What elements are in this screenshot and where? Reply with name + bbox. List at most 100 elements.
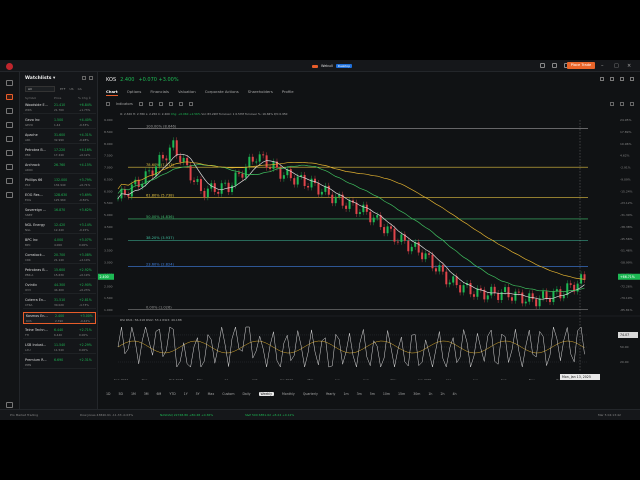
- watchlist-row[interactable]: BPC Inc BPC 4.000 4.000 +3.07% 0.00%: [23, 237, 96, 249]
- range-option[interactable]: Weekly: [258, 392, 275, 396]
- redo-icon[interactable]: [188, 102, 193, 106]
- place-trade-button[interactable]: Place Trade: [567, 62, 595, 69]
- range-option[interactable]: 1Y: [184, 392, 188, 396]
- range-option[interactable]: 1M: [131, 392, 136, 396]
- watchlist-row[interactable]: Apache APA 31.600 32.990 +4.31% -0.28%: [23, 132, 96, 144]
- range-option[interactable]: Custom: [222, 392, 234, 396]
- range-option[interactable]: 5D: [118, 392, 122, 396]
- watchlist-tab[interactable]: ETF: [60, 87, 65, 91]
- watchlist-title[interactable]: Watchlists ▾: [25, 76, 55, 81]
- watchlist-row[interactable]: Comstock... CRK 20.700 21.140 +3.08% +2.10%: [23, 252, 96, 264]
- watchlist-row[interactable]: NGL Energy NGL 12.420 12.440 +3.14% -0.15%: [23, 222, 96, 234]
- camera-icon[interactable]: [610, 102, 614, 106]
- range-option[interactable]: 4h: [453, 392, 457, 396]
- watchlist-tab[interactable]: CA: [78, 87, 82, 91]
- home-icon[interactable]: [6, 80, 13, 86]
- watchlist-row[interactable]: EOG Res... EOG 128.630 125.960 +3.69% -0.50%: [23, 192, 96, 204]
- indicators-icon[interactable]: [106, 102, 110, 106]
- share-icon[interactable]: [620, 77, 624, 81]
- range-option[interactable]: 5Y: [196, 392, 200, 396]
- tab-financials[interactable]: Financials: [150, 89, 169, 96]
- watchlist-filter[interactable]: All: [25, 86, 55, 92]
- screener-icon[interactable]: [6, 136, 13, 142]
- watchlist-row[interactable]: Petrobras B... PBR.A 15.600 15.630 +2.92% +0.…: [23, 267, 96, 279]
- range-option[interactable]: Max: [208, 392, 215, 396]
- range-option[interactable]: 5m: [370, 392, 375, 396]
- y-pct-label: -9.09%: [620, 177, 631, 181]
- tab-shareholders[interactable]: Shareholders: [248, 89, 273, 96]
- watchlist-price: 21.410: [54, 103, 66, 107]
- watchlist-row[interactable]: Kosmos En... KOS 2.400 2.390 +3.00% -0.42%: [23, 312, 96, 324]
- star-icon[interactable]: [610, 77, 614, 81]
- watchlist-row[interactable]: Woodside E... WDS 21.410 21.760 +6.84% +1.73%: [23, 102, 96, 114]
- range-option[interactable]: 30m: [413, 392, 420, 396]
- fullscreen-icon[interactable]: [630, 102, 634, 106]
- bell-icon[interactable]: [540, 63, 545, 68]
- news-icon[interactable]: [6, 122, 13, 128]
- alert-icon[interactable]: [600, 77, 604, 81]
- range-option[interactable]: Quarterly: [303, 392, 318, 396]
- orders-icon[interactable]: [6, 164, 13, 170]
- calendar-icon[interactable]: [6, 178, 13, 184]
- chart-icon[interactable]: [6, 108, 13, 114]
- watchlist-row[interactable]: Sovereign ... SNEP 16.870 +3.62%: [23, 207, 96, 219]
- range-option[interactable]: 3M: [144, 392, 149, 396]
- tab-options[interactable]: Options: [127, 89, 142, 96]
- tab-corporate-actions[interactable]: Corporate Actions: [205, 89, 239, 96]
- tab-valuation[interactable]: Valuation: [178, 89, 196, 96]
- more-options-icon[interactable]: [630, 77, 634, 81]
- header-change[interactable]: % Chg ↕: [78, 96, 91, 100]
- more-icon[interactable]: [89, 76, 93, 80]
- candle-body: [272, 161, 275, 169]
- indicators-button[interactable]: Indicators: [116, 102, 133, 106]
- community-icon[interactable]: [6, 192, 13, 198]
- range-option[interactable]: 1m: [343, 392, 348, 396]
- compare-icon[interactable]: [158, 102, 163, 106]
- watchlist-row[interactable]: Teine Techn... TTI 6.440 6.440 +2.71% 0.00%: [23, 327, 96, 339]
- watchlist-row[interactable]: Archrock AROC 26.760 +4.15%: [23, 162, 96, 174]
- panel-icons: [600, 77, 634, 81]
- range-option[interactable]: Daily: [242, 392, 250, 396]
- range-option[interactable]: 2h: [440, 392, 444, 396]
- range-option[interactable]: 6M: [157, 392, 162, 396]
- add-icon[interactable]: [82, 76, 86, 80]
- tab-chart[interactable]: Chart: [106, 89, 118, 96]
- watchlist-row[interactable]: Ovintiv OVV 44.300 44.400 +2.90% +0.23%: [23, 282, 96, 294]
- range-option[interactable]: Monthly: [282, 392, 295, 396]
- portfolio-icon[interactable]: [6, 150, 13, 156]
- minimize-icon[interactable]: –: [601, 63, 604, 69]
- maximize-icon[interactable]: □: [614, 63, 619, 69]
- watchlist-pct2: +0.71%: [79, 183, 91, 187]
- close-icon[interactable]: ×: [627, 63, 631, 69]
- range-option[interactable]: 1D: [106, 392, 110, 396]
- watchlist-icon[interactable]: [6, 94, 13, 100]
- header-price[interactable]: Price: [54, 96, 61, 100]
- watchlist-row[interactable]: LSB Indust... LXU 11.540 11.540 +2.29% 0.00%: [23, 342, 96, 354]
- fib-icon[interactable]: [168, 102, 173, 106]
- candle-body: [255, 161, 258, 163]
- watchlist-row[interactable]: Phillips 66 PSX 132.000 132.940 +3.79% +0.71%: [23, 177, 96, 189]
- watchlist-row[interactable]: Coterra En... CTRA 31.510 30.020 +2.81% -4.73…: [23, 297, 96, 309]
- range-option[interactable]: 3m: [357, 392, 362, 396]
- range-option[interactable]: 1h: [428, 392, 432, 396]
- range-option[interactable]: 10m: [383, 392, 390, 396]
- undo-icon[interactable]: [178, 102, 183, 106]
- app-logo-icon[interactable]: [6, 63, 13, 70]
- watchlist-row[interactable]: Gevo Inc GEVO 1.500 1.44 +4.40% -0.33%: [23, 117, 96, 129]
- range-option[interactable]: Yearly: [326, 392, 336, 396]
- lock-icon[interactable]: [552, 63, 557, 68]
- chart-settings-icon[interactable]: [620, 102, 624, 106]
- settings-icon[interactable]: [6, 402, 13, 408]
- header-symbol[interactable]: Symbol: [25, 96, 36, 100]
- watchlist-chg: 2.390: [55, 319, 64, 323]
- price-chart[interactable]: 9.000 8.500 8.000 7.500 7.000 6.500 6.000 5.500…: [98, 110, 640, 380]
- watchlist-chg: 4.000: [54, 243, 63, 247]
- draw-icon[interactable]: [148, 102, 153, 106]
- watchlist-tab[interactable]: US: [69, 87, 73, 91]
- watchlist-row[interactable]: Premium R... PMN 6.690 +2.31%: [23, 357, 96, 369]
- candle-type-icon[interactable]: [138, 102, 143, 106]
- range-option[interactable]: YTD: [169, 392, 175, 396]
- tab-profile[interactable]: Profile: [282, 89, 294, 96]
- watchlist-row[interactable]: Petrobra B... PBR 17.220 17.240 +4.16% +0.12%: [23, 147, 96, 159]
- range-option[interactable]: 15m: [398, 392, 405, 396]
